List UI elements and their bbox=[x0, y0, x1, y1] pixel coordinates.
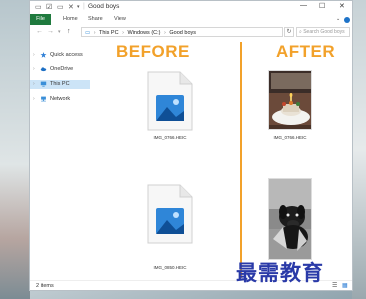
large-icons-view-icon[interactable]: ▦ bbox=[342, 281, 348, 290]
window-title: Good boys bbox=[88, 3, 120, 10]
address-bar[interactable]: ▭ › This PC › Windows (C:) › Good boys bbox=[81, 27, 283, 37]
cake-photo bbox=[269, 71, 311, 129]
sidebar-item-quick-access[interactable]: › Quick access bbox=[30, 51, 90, 60]
navigation-pane: › Quick access › OneDrive › This PC › Ne… bbox=[30, 40, 90, 280]
breadcrumb-this-pc[interactable]: This PC bbox=[99, 30, 119, 36]
chevron-right-icon[interactable]: › bbox=[33, 80, 35, 89]
cake-photo-thumbnail[interactable] bbox=[268, 70, 312, 130]
network-icon bbox=[41, 96, 46, 102]
sidebar-item-label: Quick access bbox=[50, 52, 83, 58]
help-icon[interactable] bbox=[344, 17, 350, 23]
heic-file-icon[interactable] bbox=[146, 71, 194, 131]
search-placeholder: Search Good boys bbox=[303, 29, 345, 35]
expand-ribbon-icon[interactable]: ⌄ bbox=[336, 16, 340, 22]
tab-share[interactable]: Share bbox=[88, 16, 103, 22]
forward-arrow-icon[interactable]: → bbox=[47, 28, 54, 35]
recent-locations-icon[interactable]: ▾ bbox=[58, 29, 61, 35]
back-arrow-icon[interactable]: ← bbox=[36, 28, 43, 35]
maximize-button[interactable]: ☐ bbox=[319, 2, 325, 10]
cloud-icon bbox=[40, 67, 47, 72]
close-button[interactable]: ✕ bbox=[339, 2, 345, 10]
tab-view[interactable]: View bbox=[114, 16, 126, 22]
file-explorer-window: ▭ ☑ ▭ ✕ ▾ | Good boys — ☐ ✕ File Home Sh… bbox=[29, 0, 353, 291]
up-arrow-icon[interactable]: ↑ bbox=[67, 28, 71, 35]
minimize-button[interactable]: — bbox=[300, 2, 307, 9]
address-row: ← → ▾ ↑ ▭ › This PC › Windows (C:) › Goo… bbox=[30, 25, 352, 40]
properties-icon[interactable]: ☑ bbox=[46, 3, 52, 11]
breadcrumb-good-boys[interactable]: Good boys bbox=[169, 30, 196, 36]
sidebar-item-this-pc[interactable]: › This PC bbox=[30, 80, 90, 89]
comparison-divider bbox=[240, 42, 242, 278]
computer-icon: ▭ bbox=[85, 30, 91, 36]
tab-file[interactable]: File bbox=[30, 14, 51, 25]
after-heading: AFTER bbox=[276, 42, 336, 61]
sidebar-item-label: Network bbox=[50, 96, 71, 102]
search-input[interactable]: ⌕ Search Good boys bbox=[296, 27, 350, 37]
sidebar-item-label: OneDrive bbox=[50, 66, 74, 72]
file-name-label: IMG_0766.HEIC bbox=[153, 135, 187, 140]
tab-home[interactable]: Home bbox=[63, 16, 78, 22]
separator: | bbox=[83, 3, 85, 10]
refresh-button[interactable]: ↻ bbox=[284, 27, 294, 37]
customize-toolbar-icon[interactable]: ▾ bbox=[77, 4, 80, 10]
file-name-label: IMG_0850.HEIC bbox=[153, 265, 187, 270]
sidebar-item-network[interactable]: › Network bbox=[30, 95, 90, 104]
desktop-background-left bbox=[0, 0, 30, 299]
breadcrumb-windows-c[interactable]: Windows (C:) bbox=[127, 30, 160, 36]
item-count: 2 items bbox=[36, 283, 54, 289]
dog-photo-thumbnail[interactable] bbox=[268, 178, 312, 260]
file-name-label: IMG_0766.HEIC bbox=[273, 135, 307, 140]
chevron-right-icon[interactable]: › bbox=[33, 95, 35, 104]
sidebar-item-onedrive[interactable]: › OneDrive bbox=[30, 65, 90, 74]
details-view-icon[interactable]: ☰ bbox=[332, 281, 337, 290]
chevron-right-icon[interactable]: › bbox=[33, 65, 35, 74]
dog-photo bbox=[269, 179, 311, 259]
before-heading: BEFORE bbox=[116, 42, 190, 61]
delete-icon[interactable]: ✕ bbox=[68, 3, 74, 11]
sidebar-item-label: This PC bbox=[50, 81, 70, 87]
watermark-text: 最需教育 bbox=[236, 260, 324, 285]
desktop-background-right bbox=[352, 0, 366, 299]
title-bar: ▭ ☑ ▭ ✕ ▾ | Good boys — ☐ ✕ bbox=[30, 1, 352, 14]
file-content-area: BEFORE AFTER IMG_0766.HEIC IMG_0850.HEIC bbox=[90, 40, 352, 280]
search-icon: ⌕ bbox=[299, 29, 302, 35]
folder-icon: ▭ bbox=[35, 4, 42, 11]
heic-file-icon[interactable] bbox=[146, 184, 194, 244]
chevron-right-icon[interactable]: › bbox=[33, 51, 35, 60]
star-icon bbox=[40, 52, 47, 58]
computer-icon bbox=[40, 81, 47, 87]
new-folder-icon[interactable]: ▭ bbox=[57, 3, 64, 11]
